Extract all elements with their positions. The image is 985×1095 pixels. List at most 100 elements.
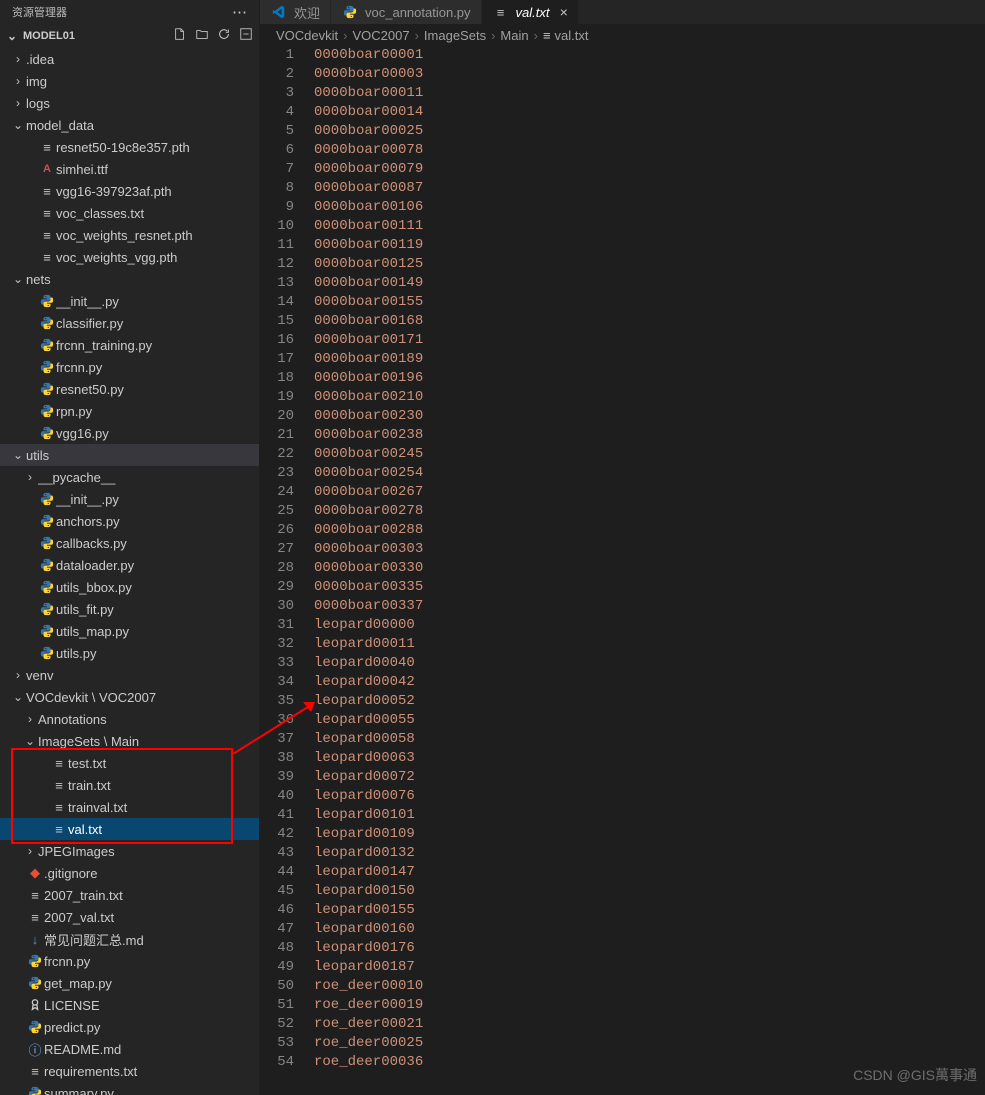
folder-item[interactable]: ⌄utils: [0, 444, 259, 466]
collapse-icon[interactable]: [239, 27, 253, 45]
new-folder-icon[interactable]: [195, 27, 209, 45]
folder-item[interactable]: ›logs: [0, 92, 259, 114]
file-item[interactable]: ≡voc_classes.txt: [0, 202, 259, 224]
folder-item[interactable]: ⌄nets: [0, 268, 259, 290]
file-item[interactable]: ≡voc_weights_resnet.pth: [0, 224, 259, 246]
chevron-icon: ⌄: [10, 272, 26, 286]
editor-tab[interactable]: 欢迎: [260, 0, 331, 24]
file-item[interactable]: ≡voc_weights_vgg.pth: [0, 246, 259, 268]
file-item[interactable]: Asimhei.ttf: [0, 158, 259, 180]
folder-item[interactable]: ›.idea: [0, 48, 259, 70]
tree-item-label: trainval.txt: [68, 800, 253, 815]
code-line: 0000boar00196: [314, 369, 985, 388]
code-line: leopard00155: [314, 901, 985, 920]
folder-item[interactable]: ›img: [0, 70, 259, 92]
tree-item-label: utils_map.py: [56, 624, 253, 639]
code-line: leopard00063: [314, 749, 985, 768]
file-item[interactable]: get_map.py: [0, 972, 259, 994]
file-item[interactable]: ≡trainval.txt: [0, 796, 259, 818]
breadcrumb[interactable]: VOCdevkit›VOC2007›ImageSets›Main›≡ val.t…: [260, 24, 985, 46]
tree-item-label: rpn.py: [56, 404, 253, 419]
file-item[interactable]: ◆.gitignore: [0, 862, 259, 884]
file-item[interactable]: ≡resnet50-19c8e357.pth: [0, 136, 259, 158]
tree-item-label: utils.py: [56, 646, 253, 661]
file-item[interactable]: ≡test.txt: [0, 752, 259, 774]
font-file-icon: A: [38, 163, 56, 175]
editor-tab[interactable]: voc_annotation.py: [331, 0, 482, 24]
file-item[interactable]: __init__.py: [0, 290, 259, 312]
file-item[interactable]: rpn.py: [0, 400, 259, 422]
code-line: roe_deer00019: [314, 996, 985, 1015]
tree-item-label: __init__.py: [56, 294, 253, 309]
breadcrumb-item[interactable]: ≡ val.txt: [543, 28, 589, 43]
file-item[interactable]: frcnn.py: [0, 950, 259, 972]
folder-item[interactable]: ⌄model_data: [0, 114, 259, 136]
breadcrumb-item[interactable]: VOC2007: [352, 28, 409, 43]
line-number: 50: [260, 977, 294, 996]
code-line: leopard00176: [314, 939, 985, 958]
new-file-icon[interactable]: [173, 27, 187, 45]
code-line: roe_deer00025: [314, 1034, 985, 1053]
chevron-icon: ⌄: [22, 734, 38, 748]
line-number: 1: [260, 46, 294, 65]
code-line: leopard00076: [314, 787, 985, 806]
file-item[interactable]: __init__.py: [0, 488, 259, 510]
code-line: leopard00052: [314, 692, 985, 711]
python-icon: [38, 602, 56, 616]
file-item[interactable]: utils.py: [0, 642, 259, 664]
tree-item-label: .idea: [26, 52, 253, 67]
file-item[interactable]: dataloader.py: [0, 554, 259, 576]
breadcrumb-item[interactable]: Main: [500, 28, 528, 43]
tree-item-label: ImageSets \ Main: [38, 734, 253, 749]
file-item[interactable]: ≡vgg16-397923af.pth: [0, 180, 259, 202]
line-number: 41: [260, 806, 294, 825]
code-area[interactable]: 1234567891011121314151617181920212223242…: [260, 46, 985, 1095]
python-icon: [38, 426, 56, 440]
file-item[interactable]: utils_bbox.py: [0, 576, 259, 598]
file-item[interactable]: utils_fit.py: [0, 598, 259, 620]
file-item[interactable]: vgg16.py: [0, 422, 259, 444]
refresh-icon[interactable]: [217, 27, 231, 45]
file-item[interactable]: ≡requirements.txt: [0, 1060, 259, 1082]
code-line: 0000boar00254: [314, 464, 985, 483]
file-item[interactable]: ≡val.txt: [0, 818, 259, 840]
folder-item[interactable]: ›venv: [0, 664, 259, 686]
python-icon: [38, 360, 56, 374]
file-item[interactable]: ≡2007_val.txt: [0, 906, 259, 928]
file-item[interactable]: ↓常见问题汇总.md: [0, 928, 259, 950]
file-item[interactable]: LICENSE: [0, 994, 259, 1016]
git-icon: ◆: [26, 865, 44, 881]
breadcrumb-item[interactable]: VOCdevkit: [276, 28, 338, 43]
folder-item[interactable]: ›__pycache__: [0, 466, 259, 488]
folder-item[interactable]: ⌄VOCdevkit \ VOC2007: [0, 686, 259, 708]
file-item[interactable]: ≡2007_train.txt: [0, 884, 259, 906]
file-item[interactable]: summary.py: [0, 1082, 259, 1095]
tree-item-label: frcnn_training.py: [56, 338, 253, 353]
folder-item[interactable]: ›JPEGImages: [0, 840, 259, 862]
file-item[interactable]: frcnn.py: [0, 356, 259, 378]
file-item[interactable]: predict.py: [0, 1016, 259, 1038]
folder-item[interactable]: ⌄ImageSets \ Main: [0, 730, 259, 752]
python-icon: [38, 316, 56, 330]
tree-item-label: README.md: [44, 1042, 253, 1057]
breadcrumb-item[interactable]: ImageSets: [424, 28, 486, 43]
file-item[interactable]: frcnn_training.py: [0, 334, 259, 356]
python-icon: [341, 5, 359, 19]
text-file-icon: ≡: [26, 888, 44, 903]
explorer-sidebar: 资源管理器 ⋯ ⌄ MODEL01 ›.idea›img›logs⌄model_…: [0, 0, 260, 1095]
editor-tab[interactable]: ≡val.txt×: [482, 0, 579, 24]
chevron-icon: ›: [10, 668, 26, 682]
code-line: 0000boar00288: [314, 521, 985, 540]
file-item[interactable]: anchors.py: [0, 510, 259, 532]
file-item[interactable]: ⓘREADME.md: [0, 1038, 259, 1060]
folder-item[interactable]: ›Annotations: [0, 708, 259, 730]
file-item[interactable]: resnet50.py: [0, 378, 259, 400]
file-item[interactable]: callbacks.py: [0, 532, 259, 554]
file-item[interactable]: ≡train.txt: [0, 774, 259, 796]
code-line: leopard00109: [314, 825, 985, 844]
more-actions-icon[interactable]: ⋯: [232, 3, 247, 21]
file-item[interactable]: classifier.py: [0, 312, 259, 334]
file-item[interactable]: utils_map.py: [0, 620, 259, 642]
project-header[interactable]: ⌄ MODEL01: [0, 24, 259, 48]
close-icon[interactable]: ×: [560, 4, 568, 20]
